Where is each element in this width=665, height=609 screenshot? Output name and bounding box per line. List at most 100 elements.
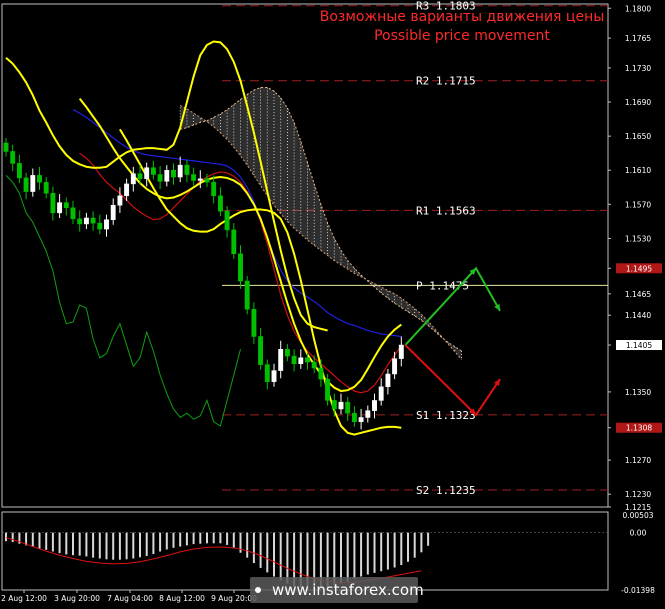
candle-body	[318, 367, 324, 380]
chikou-line	[5, 175, 241, 427]
level-label-r2: R2 1.1715	[416, 75, 476, 88]
oscillator-tick-label: -0.01398	[621, 586, 655, 595]
candle-body	[291, 355, 297, 365]
candle-body	[110, 204, 116, 220]
level-label-s1: S1 1.1323	[416, 409, 476, 422]
price-marker-label: 1.1495	[626, 264, 652, 273]
candle-body	[177, 164, 183, 178]
price-tick-label: 1.1465	[625, 290, 651, 299]
candle-body	[392, 358, 398, 375]
price-axis: 1.1800 1.1765 1.1730 1.1690 1.1650 1.1610 1.15…	[608, 4, 662, 595]
price-tick-label: 1.1270	[625, 456, 651, 465]
candle-body	[50, 193, 56, 214]
candle-body	[157, 174, 163, 182]
price-tick-label: 1.1800	[625, 4, 651, 13]
time-tick-label: 2 Aug 12:00	[1, 594, 47, 603]
candle-body	[284, 349, 290, 357]
candle-body	[30, 175, 36, 192]
candle-body	[204, 178, 210, 183]
chart-title-ru: Возможные варианты движения цены	[320, 9, 605, 25]
price-tick-label: 1.1530	[625, 234, 651, 243]
candle-body	[351, 412, 357, 422]
candle-body	[104, 219, 109, 230]
candle-body	[184, 164, 190, 175]
candle-body	[338, 401, 344, 410]
candle-body	[3, 142, 9, 152]
candle-body	[130, 173, 136, 185]
candle-body	[77, 218, 83, 225]
price-tick-label: 1.1730	[625, 64, 651, 73]
main-panel-frame	[1, 3, 609, 508]
price-tick-label: 1.1230	[625, 490, 651, 499]
candle-body	[398, 344, 404, 359]
watermark-logo-icon	[255, 587, 261, 593]
candle-body	[70, 207, 76, 220]
candle-body	[271, 370, 277, 382]
candle-body	[97, 222, 103, 230]
candle-body	[164, 169, 170, 182]
candle-body	[345, 401, 351, 414]
price-tick-label: 1.1650	[625, 132, 651, 141]
candle-body	[278, 349, 284, 371]
price-marker-label: 1.1405	[626, 341, 652, 350]
price-marker-label: 1.1308	[626, 424, 652, 433]
candle-body	[57, 202, 63, 214]
level-label-r1: R1 1.1563	[416, 204, 476, 217]
candle-body	[231, 229, 237, 255]
candle-body	[211, 181, 217, 197]
time-axis: 2 Aug 12:00 3 Aug 20:00 7 Aug 04:00 8 Aug 1…	[1, 590, 257, 603]
candle-body	[372, 400, 377, 411]
forecast-down-arrow-path	[404, 344, 501, 417]
candle-body	[197, 178, 203, 181]
candle-body	[298, 357, 304, 365]
price-tick-label: 1.1440	[625, 311, 651, 320]
chart-window: R3 1.1803 R2 1.1715 R1 1.1563 P 1.1475 S1 1.…	[0, 0, 665, 605]
price-tick-label: 1.1350	[625, 388, 651, 397]
candle-body	[311, 361, 317, 369]
time-tick-label: 3 Aug 20:00	[54, 594, 100, 603]
candle-body	[251, 308, 257, 337]
oscillator-tick-label: 0.00503	[622, 511, 653, 520]
candle-body	[331, 400, 337, 410]
chart-canvas: R3 1.1803R2 1.1715R1 1.1563P 1.1475S1 1.…	[1, 0, 662, 603]
candle-body	[43, 181, 49, 194]
price-tick-label: 1.1570	[625, 200, 651, 209]
candle-body	[191, 174, 197, 181]
candle-body	[37, 175, 42, 183]
chart-title-en: Possible price movement	[374, 28, 550, 44]
candle-body	[137, 173, 143, 180]
candle-body	[16, 163, 22, 179]
candle-body	[385, 373, 391, 388]
watermark-text: www.instaforex.com	[272, 581, 424, 599]
candle-body	[358, 417, 364, 422]
candle-body	[83, 217, 89, 225]
candle-body	[144, 167, 150, 180]
candle-body	[305, 357, 310, 363]
candle-body	[90, 217, 96, 224]
candle-body	[238, 253, 243, 282]
price-tick-label: 1.1690	[625, 98, 651, 107]
level-label-s2: S2 1.1235	[416, 484, 476, 497]
candle-body	[378, 386, 384, 401]
oscillator-tick-label: 0.00	[630, 529, 647, 538]
candle-body	[217, 195, 223, 212]
candle-body	[325, 378, 331, 401]
candle-body	[258, 336, 264, 365]
candle-body	[10, 151, 16, 164]
price-tick-label: 1.1610	[625, 166, 651, 175]
candle-body	[171, 169, 176, 178]
candle-body	[224, 210, 230, 231]
candle-body	[264, 364, 270, 382]
candle-body	[244, 280, 250, 310]
candle-body	[365, 410, 371, 418]
candle-body	[23, 177, 29, 192]
signal-line	[5, 537, 422, 584]
candle-body	[63, 202, 69, 209]
candle-body	[117, 195, 123, 206]
watermark: www.instaforex.com	[250, 577, 424, 603]
price-tick-label: 1.1765	[625, 34, 651, 43]
time-tick-label: 7 Aug 04:00	[107, 594, 153, 603]
indicator-lines	[5, 40, 402, 436]
candle-body	[124, 183, 130, 197]
candle-body	[150, 167, 156, 175]
